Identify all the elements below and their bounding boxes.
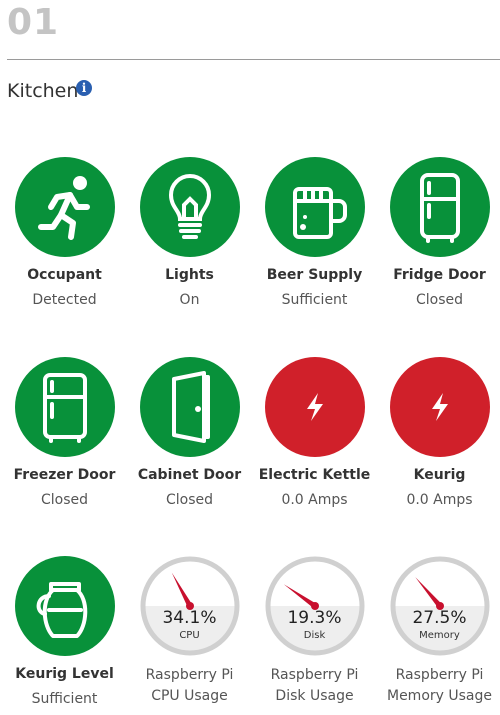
status-circle [264,157,365,257]
lightbulb-icon [168,174,211,239]
tile-name: Keurig [413,467,466,483]
coffee-pot-icon [36,582,87,638]
tile-name: Freezer Door [13,467,116,483]
section-title: Kitchen [7,80,79,102]
tile-state: Closed [415,292,464,308]
tile-state: 0.0 Amps [281,492,348,508]
tile-state: 0.0 Amps [406,492,473,508]
tile-state: Sufficient [281,292,348,308]
tile-state: Sufficient [31,691,98,707]
tile-name: Raspberry Pi [145,667,234,683]
beer-mug-icon [292,187,347,239]
tile-beer-supply[interactable]: Beer Supply Sufficient [252,157,377,308]
running-person-icon [37,176,90,240]
lightning-icon [306,393,323,421]
gauge-value: 19.3% [287,608,342,628]
status-circle [14,157,115,257]
tile-state: Detected [32,292,97,308]
tile-name: Keurig Level [15,666,114,682]
tile-name: Occupant [27,267,102,283]
tile-name: Cabinet Door [137,467,242,483]
tile-state: Closed [40,492,89,508]
fridge-icon [419,173,460,243]
divider [7,59,500,60]
tile-name: Lights [165,267,214,283]
lightning-icon [431,393,448,421]
gauge-tile-disk[interactable]: 19.3% Disk Raspberry Pi Disk Usage [252,556,377,704]
tile-name: Electric Kettle [258,467,371,483]
door-icon [171,371,210,443]
tile-fridge-door[interactable]: Fridge Door Closed [377,157,500,308]
fridge-icon [42,373,87,443]
status-circle [264,357,365,457]
status-circle [14,556,115,656]
status-circle [389,157,490,257]
status-circle [14,357,115,457]
gauge-value: 34.1% [162,608,217,628]
tile-state: Memory Usage [386,688,492,704]
tile-state: Disk Usage [275,688,354,704]
tile-name: Beer Supply [266,267,363,283]
gauge-graphic [265,556,364,656]
info-icon[interactable]: i [76,80,92,96]
gauge-label: CPU [179,630,200,641]
gauge-label: Disk [303,630,326,641]
gauge-graphic [390,556,489,656]
gauge-tile-cpu[interactable]: 34.1% CPU Raspberry Pi CPU Usage [127,556,252,704]
gauge: 27.5% Memory [390,556,490,656]
tile-state: CPU Usage [151,688,228,704]
gauge-tile-memory[interactable]: 27.5% Memory Raspberry Pi Memory Usage [377,556,500,704]
page-number: 01 [7,2,60,43]
gauge-value: 27.5% [412,608,467,628]
tile-freezer-door[interactable]: Freezer Door Closed [2,357,127,508]
gauge: 19.3% Disk [265,556,365,656]
tile-keurig[interactable]: Keurig 0.0 Amps [377,357,500,508]
gauge: 34.1% CPU [140,556,240,656]
tile-electric-kettle[interactable]: Electric Kettle 0.0 Amps [252,357,377,508]
status-circle [139,157,240,257]
tile-name: Raspberry Pi [270,667,359,683]
gauge-graphic [140,556,239,656]
tile-name: Fridge Door [393,267,486,283]
tile-lights[interactable]: Lights On [127,157,252,308]
tile-cabinet-door[interactable]: Cabinet Door Closed [127,357,252,508]
tile-keurig-level[interactable]: Keurig Level Sufficient [2,556,127,707]
status-circle [389,357,490,457]
tile-occupant[interactable]: Occupant Detected [2,157,127,308]
tile-state: Closed [165,492,214,508]
tile-name: Raspberry Pi [395,667,484,683]
gauge-label: Memory [419,630,460,641]
tile-state: On [179,292,200,308]
status-circle [139,357,240,457]
